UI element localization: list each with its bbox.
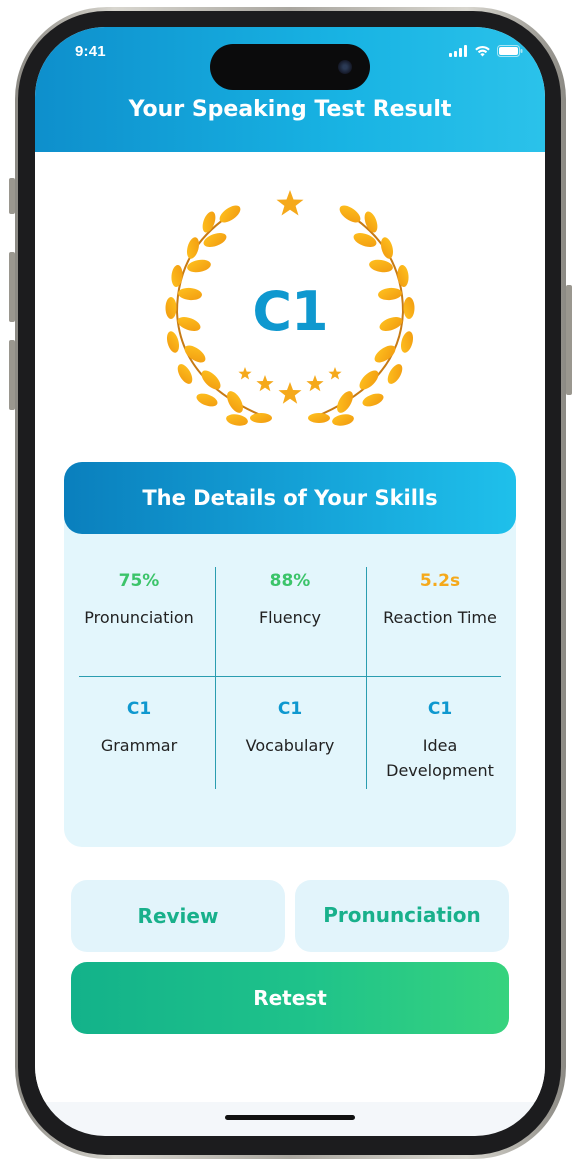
- skill-label: Vocabulary: [245, 736, 335, 755]
- skills-details-card: The Details of Your Skills 75% Pronuncia…: [64, 462, 516, 847]
- skill-value: C1: [277, 699, 303, 719]
- status-icons: [449, 45, 523, 57]
- skill-label-line: Idea: [422, 736, 458, 755]
- details-title: The Details of Your Skills: [64, 462, 516, 534]
- volume-up-button: [9, 252, 15, 322]
- skill-cell-vocabulary: C1 Vocabulary: [220, 699, 360, 758]
- bottom-stars-icon: [238, 367, 342, 404]
- action-button: [9, 178, 15, 214]
- skills-grid: 75% Pronunciation 88% Fluency 5.2s React…: [79, 567, 501, 789]
- skill-cell-pronunciation: 75% Pronunciation: [69, 571, 209, 630]
- skill-label: Idea Development: [370, 733, 510, 783]
- skill-cell-grammar: C1 Grammar: [69, 699, 209, 758]
- skill-value: 5.2s: [419, 571, 461, 591]
- home-indicator[interactable]: [225, 1115, 355, 1120]
- cellular-signal-icon: [449, 45, 467, 57]
- grid-divider: [215, 567, 216, 789]
- retest-button[interactable]: Retest: [71, 962, 509, 1034]
- skill-value: 88%: [269, 571, 311, 591]
- pronunciation-button[interactable]: Pronunciation: [295, 880, 509, 952]
- wifi-icon: [475, 45, 490, 57]
- skill-cell-reaction-time: 5.2s Reaction Time: [370, 571, 510, 630]
- skill-cell-idea-development: C1 Idea Development: [370, 699, 510, 783]
- dynamic-island: [210, 44, 370, 90]
- status-time: 9:41: [75, 43, 106, 60]
- skill-label: Pronunciation: [84, 608, 194, 627]
- skill-cell-fluency: 88% Fluency: [220, 571, 360, 630]
- skill-label: Grammar: [100, 736, 178, 755]
- review-button[interactable]: Review: [71, 880, 285, 952]
- skill-value: 75%: [118, 571, 160, 591]
- skill-label: Fluency: [258, 608, 322, 627]
- skill-value: C1: [126, 699, 152, 719]
- level-badge: C1: [252, 280, 328, 343]
- volume-down-button: [9, 340, 15, 410]
- skill-label-line: Development: [386, 761, 494, 780]
- result-body: C1 The Details of Your Skills 75% Pronun…: [35, 152, 545, 1102]
- grid-divider: [366, 567, 367, 789]
- power-button: [566, 285, 572, 395]
- skill-value: C1: [427, 699, 453, 719]
- app-header: 9:41 Your Speaking Test Result: [35, 27, 545, 152]
- battery-icon: [497, 45, 523, 57]
- top-star-icon: [276, 190, 304, 216]
- phone-screen: 9:41 Your Speaking Test Result C1 The De…: [35, 27, 545, 1136]
- front-camera-icon: [338, 60, 352, 74]
- skill-label: Reaction Time: [383, 608, 497, 627]
- grid-divider: [79, 676, 501, 677]
- page-title: Your Speaking Test Result: [128, 97, 452, 122]
